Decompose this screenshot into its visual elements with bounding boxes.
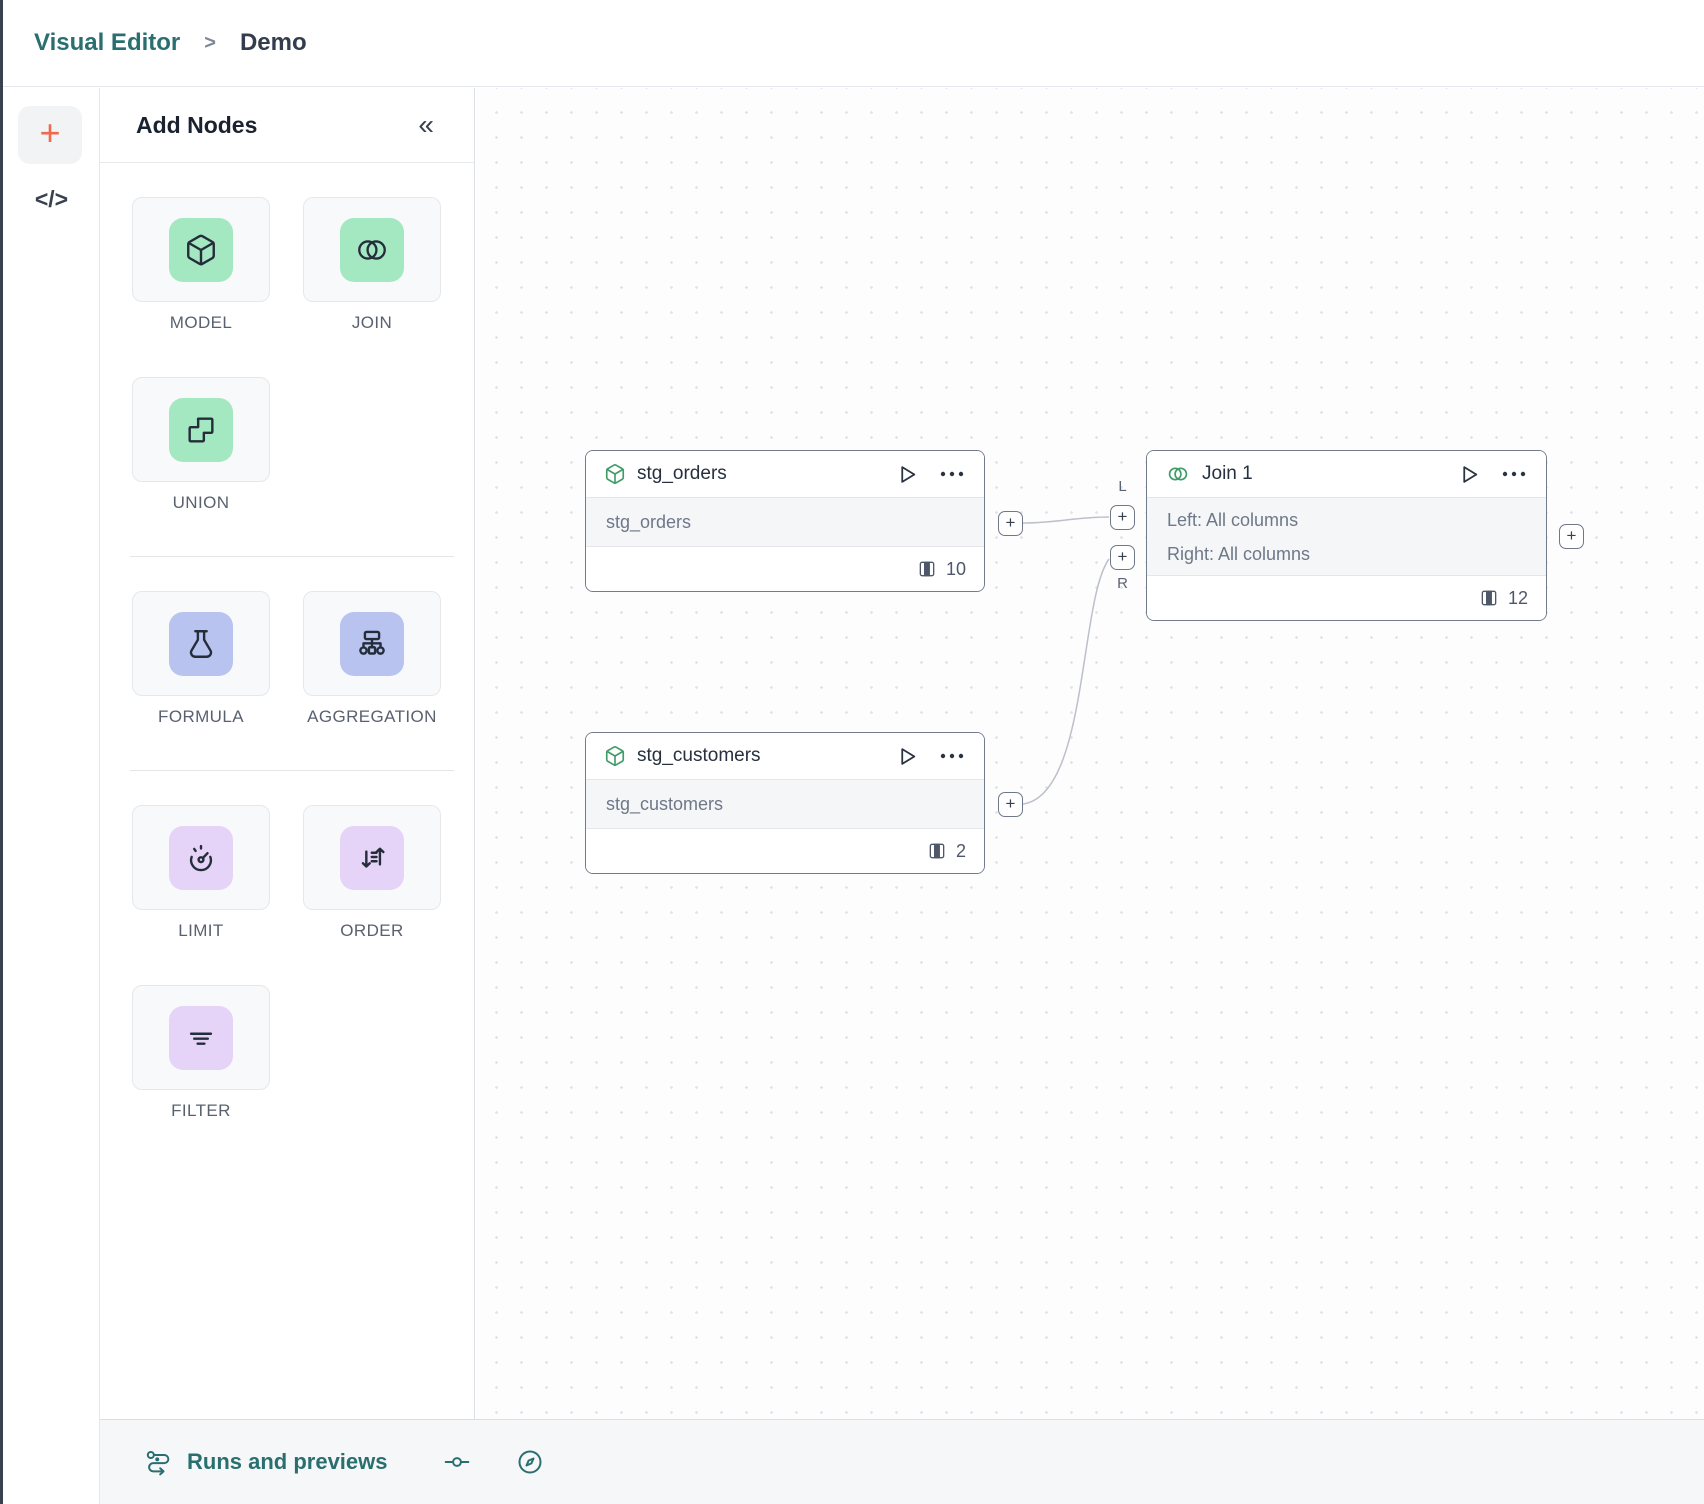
port-stg-orders-output[interactable]: +	[998, 511, 1023, 536]
tile-union[interactable]: UNION	[132, 377, 270, 513]
column-count: 12	[1508, 588, 1528, 609]
node-body: Left: All columns Right: All columns	[1147, 497, 1546, 576]
bottom-bar: Runs and previews	[100, 1419, 1704, 1504]
node-menu-button[interactable]	[940, 753, 964, 759]
compass-icon[interactable]	[516, 1448, 544, 1476]
runs-flow-icon	[145, 1448, 173, 1476]
code-view-button[interactable]: </>	[3, 186, 100, 213]
join-circles-icon	[1165, 463, 1191, 485]
node-join-1[interactable]: Join 1 Left: All columns Right: All colu…	[1146, 450, 1547, 621]
columns-icon	[927, 841, 947, 861]
run-node-button[interactable]	[1459, 464, 1480, 485]
cube-icon	[604, 463, 626, 485]
gauge-icon	[169, 826, 233, 890]
node-title: stg_customers	[637, 745, 761, 767]
flask-icon	[169, 612, 233, 676]
visual-editor-app: Visual Editor > Demo + </> Add Nodes «	[0, 0, 1704, 1504]
cube-icon	[604, 745, 626, 767]
node-footer: 10	[586, 547, 984, 591]
tile-label: LIMIT	[178, 921, 223, 941]
panel-divider	[130, 556, 454, 557]
tile-aggregation[interactable]: AGGREGATION	[303, 591, 441, 727]
tile-label: ORDER	[340, 921, 403, 941]
node-header: Join 1	[1147, 451, 1546, 497]
node-body: stg_orders	[586, 497, 984, 547]
sort-icon	[340, 826, 404, 890]
node-source: stg_orders	[606, 512, 964, 533]
port-join-output[interactable]: +	[1559, 524, 1584, 549]
breadcrumb: Visual Editor > Demo	[3, 0, 1704, 87]
run-node-button[interactable]	[897, 464, 918, 485]
tile-order[interactable]: ORDER	[303, 805, 441, 941]
runs-and-previews-button[interactable]: Runs and previews	[145, 1448, 388, 1476]
run-node-button[interactable]	[897, 746, 918, 767]
filter-lines-icon	[169, 1006, 233, 1070]
tile-label: MODEL	[170, 313, 232, 333]
join-left-port-label: L	[1110, 478, 1135, 495]
union-squares-icon	[169, 398, 233, 462]
tile-join[interactable]: JOIN	[303, 197, 441, 333]
commit-icon[interactable]	[444, 1449, 470, 1475]
tile-label: UNION	[173, 493, 230, 513]
port-join-right-input[interactable]: +	[1110, 545, 1135, 570]
breadcrumb-current-page: Demo	[240, 29, 307, 57]
port-join-left-input[interactable]: +	[1110, 505, 1135, 530]
left-accent-bar	[0, 0, 3, 1504]
plus-icon: +	[1006, 514, 1016, 531]
add-nodes-panel: Add Nodes « MODEL JOIN	[100, 88, 475, 1419]
join-left-config: Left: All columns	[1167, 503, 1526, 537]
node-footer: 2	[586, 829, 984, 873]
add-nodes-panel-header: Add Nodes «	[100, 88, 474, 163]
cube-icon	[169, 218, 233, 282]
tile-limit[interactable]: LIMIT	[132, 805, 270, 941]
node-stg-customers[interactable]: stg_customers stg_customers	[585, 732, 985, 874]
code-icon: </>	[35, 186, 68, 212]
columns-icon	[1479, 588, 1499, 608]
join-right-port-label: R	[1110, 575, 1135, 592]
column-count: 2	[956, 841, 966, 862]
plus-icon: +	[1006, 795, 1016, 812]
node-header: stg_customers	[586, 733, 984, 779]
add-node-button[interactable]: +	[18, 106, 82, 164]
tile-model[interactable]: MODEL	[132, 197, 270, 333]
node-menu-button[interactable]	[1502, 471, 1526, 477]
node-title: stg_orders	[637, 463, 727, 485]
edge-orders-to-join-left	[1023, 517, 1109, 523]
left-rail: + </>	[3, 88, 100, 1504]
node-source: stg_customers	[606, 794, 964, 815]
port-stg-customers-output[interactable]: +	[998, 792, 1023, 817]
plus-icon: +	[1118, 548, 1128, 565]
tile-label: JOIN	[352, 313, 392, 333]
plus-icon: +	[1567, 527, 1577, 544]
tile-label: FILTER	[171, 1101, 231, 1121]
join-circles-icon	[340, 218, 404, 282]
breadcrumb-visual-editor-link[interactable]: Visual Editor	[34, 29, 180, 57]
node-body: stg_customers	[586, 779, 984, 829]
node-header: stg_orders	[586, 451, 984, 497]
tile-label: FORMULA	[158, 707, 244, 727]
join-right-config: Right: All columns	[1167, 537, 1526, 571]
panel-divider	[130, 770, 454, 771]
columns-icon	[917, 559, 937, 579]
hierarchy-icon	[340, 612, 404, 676]
pipeline-canvas[interactable]: stg_orders stg_orders	[476, 88, 1704, 1419]
column-count: 10	[946, 559, 966, 580]
tile-filter[interactable]: FILTER	[132, 985, 270, 1121]
panel-title: Add Nodes	[136, 112, 257, 139]
tile-label: AGGREGATION	[307, 707, 437, 727]
node-title: Join 1	[1202, 463, 1253, 485]
plus-icon: +	[1118, 508, 1128, 525]
node-footer: 12	[1147, 576, 1546, 620]
plus-icon: +	[39, 115, 60, 151]
breadcrumb-separator: >	[204, 32, 216, 55]
collapse-panel-icon[interactable]: «	[418, 111, 434, 139]
tile-formula[interactable]: FORMULA	[132, 591, 270, 727]
node-stg-orders[interactable]: stg_orders stg_orders	[585, 450, 985, 592]
node-menu-button[interactable]	[940, 471, 964, 477]
edge-customers-to-join-right	[1023, 559, 1109, 804]
runs-and-previews-label: Runs and previews	[187, 1449, 388, 1475]
